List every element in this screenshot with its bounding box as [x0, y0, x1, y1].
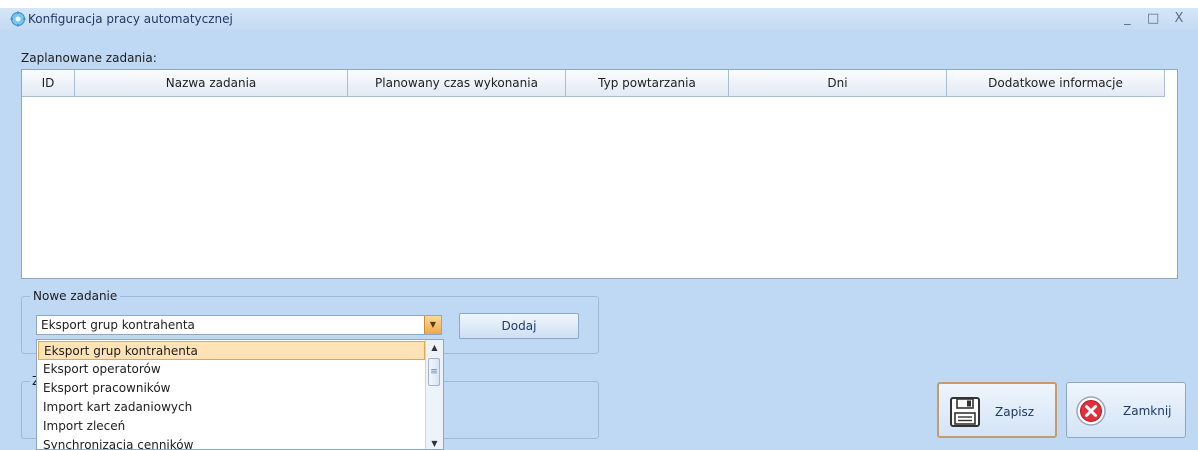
close-dialog-button[interactable]: Zamknij	[1066, 382, 1186, 438]
column-header-additional-info[interactable]: Dodatkowe informacje	[947, 70, 1165, 97]
dropdown-option[interactable]: Eksport operatorów	[38, 360, 425, 379]
dropdown-scrollbar[interactable]: ▲ ≡ ▼	[425, 340, 443, 449]
close-button[interactable]: X	[1168, 11, 1190, 27]
scheduled-tasks-label: Zaplanowane zadania:	[21, 51, 157, 65]
dropdown-option[interactable]: Import zleceń	[38, 417, 425, 436]
title-bar: Konfiguracja pracy automatycznej _ □ X	[0, 8, 1198, 30]
task-type-dropdown-list[interactable]: Eksport grup kontrahenta Eksport operato…	[36, 339, 444, 450]
dropdown-option[interactable]: Synchronizacja cenników	[38, 436, 425, 449]
dropdown-option[interactable]: Eksport pracowników	[38, 379, 425, 398]
column-header-days[interactable]: Dni	[729, 70, 947, 97]
add-task-button[interactable]: Dodaj	[459, 313, 579, 339]
new-task-group-label: Nowe zadanie	[30, 289, 121, 303]
task-type-selected-value: Eksport grup kontrahenta	[41, 318, 195, 332]
scheduled-tasks-grid[interactable]: ID Nazwa zadania Planowany czas wykonani…	[21, 69, 1178, 279]
scrollbar-thumb[interactable]: ≡	[428, 358, 440, 386]
save-button[interactable]: Zapisz	[937, 382, 1057, 438]
scroll-down-arrow-icon[interactable]: ▼	[426, 436, 443, 449]
column-header-planned-time[interactable]: Planowany czas wykonania	[348, 70, 566, 97]
dropdown-option-selected[interactable]: Eksport grup kontrahenta	[38, 341, 425, 360]
dropdown-option[interactable]: Import kart zadaniowych	[38, 398, 425, 417]
grid-header: ID Nazwa zadania Planowany czas wykonani…	[22, 70, 1165, 97]
save-button-label: Zapisz	[995, 405, 1035, 419]
floppy-disk-icon	[950, 397, 980, 427]
close-button-label: Zamknij	[1123, 404, 1172, 418]
dropdown-arrow-icon[interactable]: ▼	[424, 316, 441, 334]
minimize-button[interactable]: _	[1116, 11, 1138, 27]
window-title: Konfiguracja pracy automatycznej	[28, 12, 233, 26]
maximize-button[interactable]: □	[1142, 11, 1164, 27]
task-type-combobox[interactable]: Eksport grup kontrahenta ▼	[36, 315, 442, 335]
column-header-task-name[interactable]: Nazwa zadania	[75, 70, 348, 97]
app-gear-icon	[10, 11, 26, 27]
scroll-up-arrow-icon[interactable]: ▲	[426, 340, 443, 355]
column-header-repeat-type[interactable]: Typ powtarzania	[566, 70, 729, 97]
column-header-id[interactable]: ID	[22, 70, 75, 97]
close-circle-icon	[1076, 396, 1106, 426]
window-controls: _ □ X	[1116, 11, 1190, 27]
